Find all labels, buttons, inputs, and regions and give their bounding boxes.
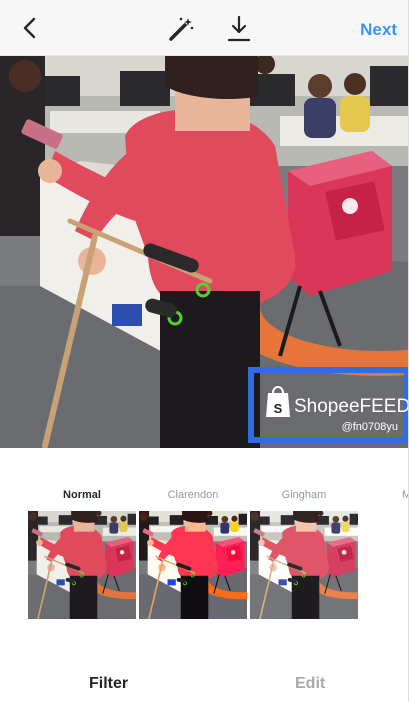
filter-label: M — [402, 489, 409, 501]
filter-gingham[interactable]: Gingham — [250, 488, 358, 619]
filter-thumbnail[interactable] — [250, 511, 358, 619]
filter-label: Gingham — [281, 489, 327, 501]
watermark-brand: ShopeeFEED — [294, 396, 409, 417]
tab-edit[interactable]: Edit — [295, 675, 325, 693]
filter-label: Clarendon — [167, 489, 219, 501]
tab-filter[interactable]: Filter — [89, 675, 128, 693]
magic-wand-icon[interactable] — [168, 16, 194, 42]
filter-normal[interactable]: Normal — [28, 488, 136, 619]
bottom-tab-bar: Filter Edit — [0, 648, 409, 702]
chevron-left-icon[interactable] — [18, 16, 42, 40]
watermark-handle: @fn0708yu — [342, 421, 398, 433]
filter-strip: Normal Clarendon Gingham M — [0, 448, 409, 648]
download-icon[interactable] — [227, 15, 251, 43]
photo-preview: S ShopeeFEED @fn0708yu — [0, 56, 409, 448]
top-toolbar: Next — [0, 0, 409, 56]
filter-moon[interactable]: M — [361, 488, 409, 502]
filter-clarendon[interactable]: Clarendon — [139, 488, 247, 619]
filter-thumbnail[interactable] — [28, 511, 136, 619]
next-button[interactable]: Next — [360, 20, 397, 40]
svg-text:S: S — [274, 401, 283, 416]
filter-thumbnail[interactable] — [139, 511, 247, 619]
filter-label: Normal — [63, 489, 101, 501]
